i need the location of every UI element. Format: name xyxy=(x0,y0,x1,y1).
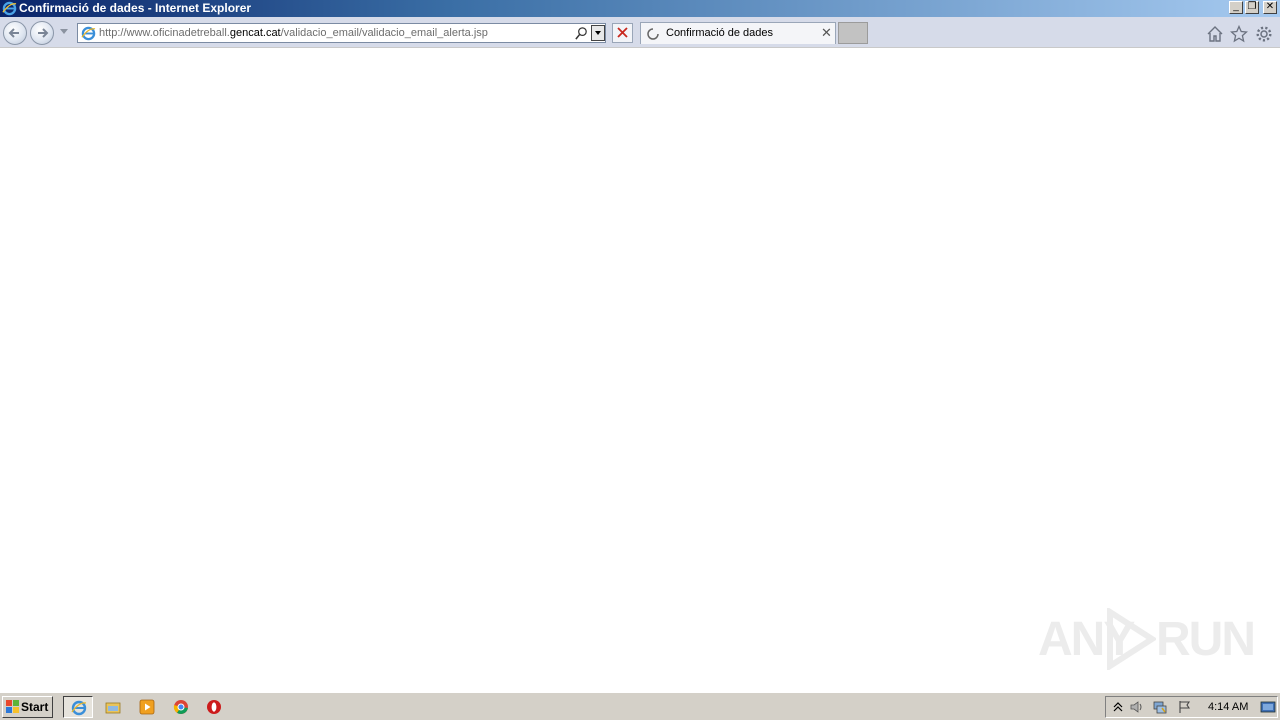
url-suffix: /validacio_email/validacio_email_alerta.… xyxy=(280,27,488,39)
back-button[interactable] xyxy=(3,21,27,45)
show-hidden-icons-icon[interactable] xyxy=(1110,699,1126,715)
url-prefix: http://www.oficinadetreball. xyxy=(99,27,230,39)
forward-arrow-icon xyxy=(38,28,49,38)
taskbar-chrome[interactable] xyxy=(166,696,196,718)
window-title: Confirmació de dades - Internet Explorer xyxy=(19,1,252,15)
system-tray: 4:14 AM xyxy=(1105,696,1278,718)
anyrun-watermark: ANY RUN xyxy=(1038,606,1256,672)
new-tab-button[interactable] xyxy=(838,22,868,44)
title-bar[interactable]: Confirmació de dades - Internet Explorer… xyxy=(0,0,1280,17)
forward-button[interactable] xyxy=(30,21,54,45)
restore-button[interactable]: ❐ xyxy=(1245,1,1259,14)
taskbar-file-explorer[interactable] xyxy=(98,696,128,718)
minimize-button[interactable]: _ xyxy=(1229,1,1243,14)
internet-explorer-icon xyxy=(2,1,17,16)
favorites-star-icon[interactable] xyxy=(1230,25,1248,43)
file-explorer-icon xyxy=(105,702,121,714)
volume-icon[interactable] xyxy=(1129,699,1145,715)
network-icon[interactable] xyxy=(1152,699,1168,715)
address-dropdown-button[interactable] xyxy=(591,25,605,41)
taskbar: Start 4:14 AM xyxy=(0,692,1280,720)
media-player-icon xyxy=(139,699,155,715)
tab-confirmacio-de-dades[interactable]: Confirmació de dades ✕ xyxy=(640,22,836,44)
taskbar-internet-explorer[interactable] xyxy=(63,696,93,718)
loading-spinner-icon xyxy=(647,28,659,40)
show-desktop-icon[interactable] xyxy=(1260,699,1276,715)
chrome-icon xyxy=(173,700,188,714)
url-text[interactable]: http://www.oficinadetreball.gencat.cat/v… xyxy=(99,27,488,40)
action-center-flag-icon[interactable] xyxy=(1177,699,1193,715)
tab-label: Confirmació de dades xyxy=(666,27,774,39)
search-icon[interactable] xyxy=(574,26,589,41)
taskbar-opera[interactable] xyxy=(199,696,229,718)
windows-logo-icon xyxy=(6,700,19,713)
home-icon[interactable] xyxy=(1206,25,1224,43)
watermark-text-right: RUN xyxy=(1156,613,1256,666)
recent-pages-dropdown-icon[interactable] xyxy=(60,29,68,34)
taskbar-clock[interactable]: 4:14 AM xyxy=(1208,701,1248,714)
stop-button[interactable] xyxy=(612,23,633,43)
stop-x-icon xyxy=(617,27,628,38)
tools-gear-icon[interactable] xyxy=(1255,25,1273,43)
tab-close-icon[interactable]: ✕ xyxy=(821,26,832,40)
opera-icon xyxy=(207,700,221,714)
back-arrow-icon xyxy=(8,28,19,38)
close-window-button[interactable]: ✕ xyxy=(1263,1,1277,14)
address-bar[interactable]: http://www.oficinadetreball.gencat.cat/v… xyxy=(77,23,606,43)
taskbar-media-player[interactable] xyxy=(132,696,162,718)
navigation-bar: http://www.oficinadetreball.gencat.cat/v… xyxy=(0,17,1280,48)
page-ie-icon xyxy=(81,26,96,41)
start-button[interactable]: Start xyxy=(2,696,53,718)
page-content xyxy=(0,48,1280,692)
play-logo-icon xyxy=(1107,608,1156,670)
start-label: Start xyxy=(21,700,49,714)
url-domain: gencat.cat xyxy=(229,27,281,39)
internet-explorer-icon xyxy=(71,700,87,716)
